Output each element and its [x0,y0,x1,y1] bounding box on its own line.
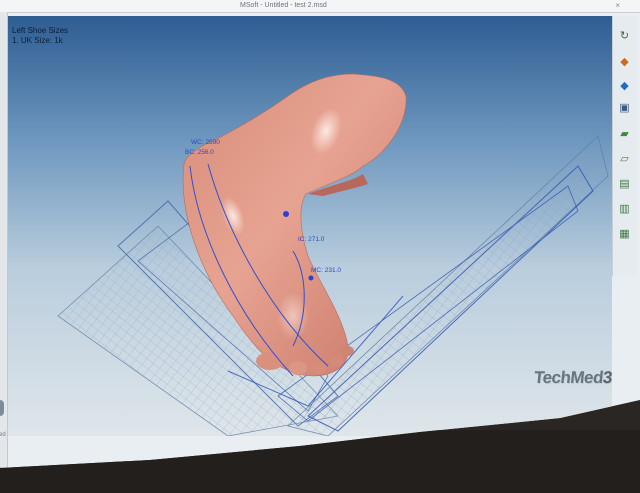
info-size: 1. UK Size: 1k [12,36,63,45]
logo-text: TechMed [533,368,604,387]
monitor-screen: MSoft - Untitled - test 2.msd × ed pe [0,0,640,468]
measurement-label-bc: BC: 256.0 [185,149,214,156]
panel-scroll-knob[interactable] [0,400,4,416]
shoe-green-icon[interactable]: ▰ [616,126,633,141]
print-icon[interactable]: ▦ [616,226,633,241]
logo-3d: 3D [601,368,612,387]
export-icon[interactable]: ▥ [616,201,633,216]
rotate-view-icon[interactable]: ↻ [616,28,633,43]
orange-diamond-icon[interactable]: ◆ [616,54,633,69]
measurement-label-wc: WC: 2590 [191,139,220,146]
blue-diamond-icon[interactable]: ◆ [616,78,633,93]
window-title: MSoft - Untitled - test 2.msd [240,2,327,9]
right-toolbar: ↻ ◆ ◆ ▣ ▰ ▱ ▤ ▥ ▦ [612,16,637,276]
measurement-label-ic: IC: 271.0 [298,236,325,243]
measurement-label-mc: MC: 231.0 [311,267,341,274]
foot-scan-scene: WC: 2590 BC: 256.0 IC: 271.0 MC: 231.0 [57,73,609,436]
shoe-outline-icon[interactable]: ▱ [616,151,633,166]
save-icon[interactable]: ▣ [616,100,633,115]
close-button[interactable]: × [615,0,620,12]
title-bar: MSoft - Untitled - test 2.msd × [0,0,640,13]
info-heading: Left Shoe Sizes [12,26,69,35]
left-panel: ed pe [0,12,8,468]
shoe-size-info: Left Shoe Sizes 1. UK Size: 1k [12,26,68,46]
left-panel-label-a: ed [0,432,6,438]
document-icon[interactable]: ▤ [616,176,633,191]
3d-viewport[interactable]: WC: 2590 BC: 256.0 IC: 271.0 MC: 231.0 L… [8,16,612,436]
techmed3d-logo: TechMed3D [533,368,612,388]
